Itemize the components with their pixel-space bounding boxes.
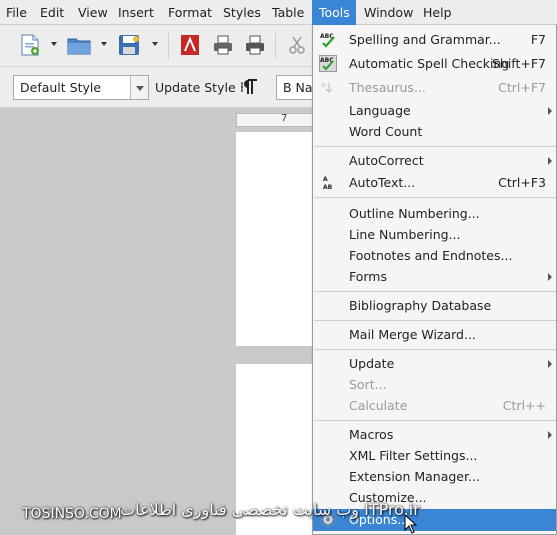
menu-item-xml-filter[interactable]: XML Filter Settings... — [313, 445, 556, 466]
watermark-site-left: TOSINSO.COM — [22, 506, 122, 522]
menu-format[interactable]: Format — [168, 0, 212, 25]
menu-item-autotext[interactable]: A AB AutoText... Ctrl+F3 — [313, 172, 556, 193]
watermark-site-right: وب سایت تخصصی فناوری اطلاعات ITPro.ir — [120, 500, 420, 519]
paragraph-style-combo[interactable]: Default Style — [13, 75, 149, 100]
autotext-icon: A AB — [319, 174, 337, 191]
menu-styles[interactable]: Styles — [223, 0, 261, 25]
menu-item-update[interactable]: Update — [313, 353, 556, 374]
save-dropdown-arrow[interactable] — [152, 42, 158, 46]
menu-item-spelling[interactable]: ABC Spelling and Grammar... F7 — [313, 29, 556, 50]
update-style-button[interactable]: Update Style — [155, 75, 236, 100]
svg-text:A: A — [323, 176, 328, 183]
menu-item-footnotes[interactable]: Footnotes and Endnotes... — [313, 245, 556, 266]
menu-item-calculate[interactable]: Calculate Ctrl++ — [313, 395, 556, 416]
mouse-pointer-icon — [404, 513, 418, 534]
menu-separator — [314, 420, 556, 421]
print-icon[interactable] — [211, 33, 235, 57]
new-dropdown-arrow[interactable] — [51, 42, 57, 46]
menubar: File Edit View Insert Format Styles Tabl… — [0, 0, 557, 25]
svg-text:AB: AB — [323, 184, 333, 191]
submenu-arrow-icon — [548, 431, 552, 439]
menu-tools[interactable]: Tools — [312, 0, 356, 25]
menu-table[interactable]: Table — [272, 0, 306, 25]
menu-view[interactable]: View — [78, 0, 108, 25]
menu-separator — [314, 291, 556, 292]
menu-separator — [314, 320, 556, 321]
cut-icon[interactable] — [285, 33, 309, 57]
auto-spellcheck-icon: ABC — [319, 55, 337, 72]
menu-item-bibliography[interactable]: Bibliography Database — [313, 295, 556, 316]
menu-edit[interactable]: Edit — [40, 0, 64, 25]
menu-window[interactable]: Window — [364, 0, 413, 25]
toolbar-separator — [168, 33, 169, 59]
open-folder-icon[interactable] — [66, 33, 94, 57]
ruler-mark: 7 — [281, 113, 288, 124]
export-pdf-icon[interactable] — [178, 33, 202, 57]
menu-separator — [314, 349, 556, 350]
spelling-icon: ABC — [319, 31, 337, 48]
new-document-icon[interactable] — [18, 33, 42, 57]
menu-item-mail-merge[interactable]: Mail Merge Wizard... — [313, 324, 556, 345]
svg-text:a: a — [321, 81, 325, 89]
horizontal-ruler[interactable]: 7 — [236, 113, 316, 127]
menu-item-auto-spellcheck[interactable]: ABC Automatic Spell Checking Shift+F7 — [313, 53, 556, 74]
menu-item-thesaurus[interactable]: a Thesaurus... Ctrl+F7 — [313, 77, 556, 98]
menu-separator — [314, 146, 556, 147]
save-icon[interactable] — [117, 33, 141, 57]
menu-separator — [314, 197, 556, 198]
menu-help[interactable]: Help — [423, 0, 453, 25]
menu-item-sort[interactable]: Sort... — [313, 374, 556, 395]
new-style-icon[interactable] — [240, 77, 260, 97]
menu-item-word-count[interactable]: Word Count — [313, 121, 556, 142]
document-page[interactable] — [236, 132, 316, 346]
menu-item-language[interactable]: Language — [313, 100, 556, 121]
menu-item-outline-numbering[interactable]: Outline Numbering... — [313, 203, 556, 224]
thesaurus-icon: a — [319, 79, 337, 96]
menu-item-extension-manager[interactable]: Extension Manager... — [313, 466, 556, 487]
submenu-arrow-icon — [548, 273, 552, 281]
menu-insert[interactable]: Insert — [118, 0, 156, 25]
submenu-arrow-icon — [548, 360, 552, 368]
chevron-down-icon[interactable] — [130, 76, 148, 99]
submenu-arrow-icon — [548, 157, 552, 165]
tools-menu: ABC Spelling and Grammar... F7 ABC Autom… — [312, 25, 557, 535]
toolbar-separator — [275, 33, 276, 59]
open-dropdown-arrow[interactable] — [101, 42, 107, 46]
submenu-arrow-icon — [548, 107, 552, 115]
menu-item-line-numbering[interactable]: Line Numbering... — [313, 224, 556, 245]
menu-item-forms[interactable]: Forms — [313, 266, 556, 287]
menu-file[interactable]: File — [6, 0, 28, 25]
menu-item-macros[interactable]: Macros — [313, 424, 556, 445]
print-direct-icon[interactable] — [243, 33, 267, 57]
paragraph-style-value: Default Style — [20, 80, 102, 95]
menu-item-autocorrect[interactable]: AutoCorrect — [313, 150, 556, 171]
